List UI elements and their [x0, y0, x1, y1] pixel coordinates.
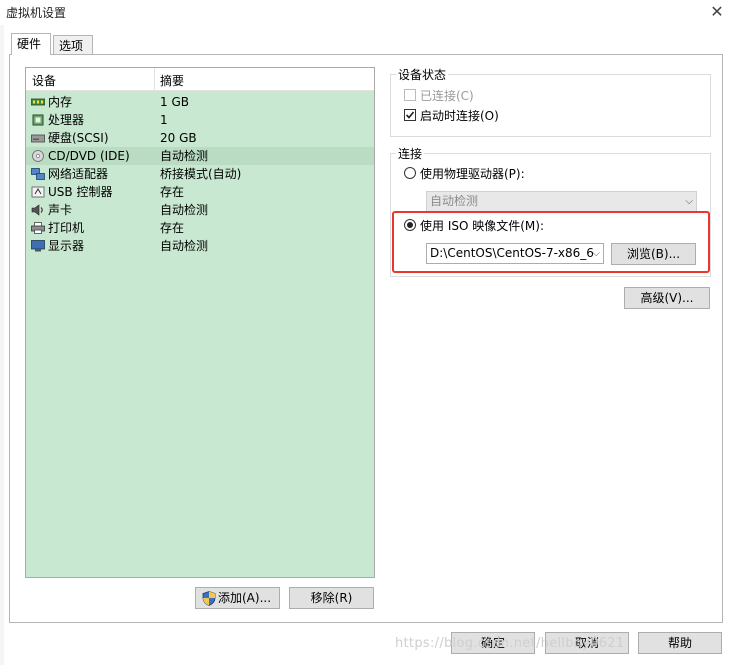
connection-title: 连接 [396, 145, 425, 162]
list-item-sound-card[interactable]: 声卡 自动检测 [26, 201, 374, 219]
tab-hardware[interactable]: 硬件 [11, 33, 51, 55]
physical-drive-label: 使用物理驱动器(P): [420, 167, 525, 181]
shield-icon [202, 591, 216, 606]
device-summary: 自动检测 [160, 203, 209, 217]
device-summary: 自动检测 [160, 149, 209, 163]
advanced-button[interactable]: 高级(V)... [624, 287, 710, 309]
column-divider[interactable] [154, 68, 155, 90]
device-list[interactable]: 设备 摘要 内存 1 GB 处理器 1 硬盘(SCSI) 20 GB CD/DV… [25, 67, 375, 578]
device-name: 网络适配器 [48, 167, 109, 181]
device-status-group [390, 74, 711, 137]
remove-device-button[interactable]: 移除(R) [289, 587, 374, 609]
list-item-display[interactable]: 显示器 自动检测 [26, 237, 374, 255]
device-name: 硬盘(SCSI) [48, 131, 109, 145]
device-summary: 存在 [160, 221, 185, 235]
window-title: 虚拟机设置 [6, 6, 67, 20]
help-button[interactable]: 帮助 [638, 632, 722, 654]
device-summary: 自动检测 [160, 239, 209, 253]
usb-icon [31, 186, 45, 198]
device-name: 内存 [48, 95, 73, 109]
connect-on-start-checkbox[interactable] [404, 109, 416, 121]
background-strip [0, 25, 4, 665]
device-status-title: 设备状态 [396, 66, 449, 83]
list-item-harddisk[interactable]: 硬盘(SCSI) 20 GB [26, 129, 374, 147]
processor-icon [32, 114, 44, 126]
watermark: https://blog.csdn.net/hellboy0621 [395, 636, 625, 651]
sound-card-icon [31, 204, 43, 216]
connected-checkbox[interactable] [404, 89, 416, 101]
device-name: CD/DVD (IDE) [48, 149, 130, 163]
list-item-cd-dvd[interactable]: CD/DVD (IDE) 自动检测 [26, 147, 374, 165]
cd-dvd-icon [32, 150, 44, 162]
device-name: USB 控制器 [48, 185, 113, 199]
device-summary: 存在 [160, 185, 185, 199]
list-item-memory[interactable]: 内存 1 GB [26, 93, 374, 111]
tab-options[interactable]: 选项 [53, 35, 93, 55]
checkmark-icon [405, 111, 415, 119]
connected-label: 已连接(C) [420, 89, 474, 103]
physical-drive-value: 自动检测 [430, 194, 479, 208]
harddisk-icon [31, 134, 45, 143]
list-item-processor[interactable]: 处理器 1 [26, 111, 374, 129]
device-summary: 20 GB [160, 131, 197, 145]
memory-icon [31, 98, 45, 106]
close-icon[interactable]: ✕ [709, 4, 725, 20]
column-header-summary[interactable]: 摘要 [160, 72, 184, 89]
add-button-label: 添加(A)... [218, 591, 272, 605]
list-item-network-adapter[interactable]: 网络适配器 桥接模式(自动) [26, 165, 374, 183]
device-summary: 桥接模式(自动) [160, 167, 242, 181]
column-header-device[interactable]: 设备 [32, 72, 56, 89]
physical-drive-radio[interactable] [404, 167, 416, 179]
physical-drive-select: 自动检测 ⌵ [426, 191, 697, 212]
connect-on-start-label: 启动时连接(O) [420, 109, 499, 123]
device-summary: 1 GB [160, 95, 189, 109]
device-name: 显示器 [48, 239, 85, 253]
highlight-frame [392, 211, 710, 273]
printer-icon [31, 222, 45, 234]
device-summary: 1 [160, 113, 168, 127]
add-device-button[interactable]: 添加(A)... [195, 587, 280, 609]
device-name: 声卡 [48, 203, 73, 217]
device-name: 打印机 [48, 221, 85, 235]
network-adapter-icon [31, 168, 45, 180]
chevron-down-icon: ⌵ [685, 196, 693, 207]
list-item-usb-controller[interactable]: USB 控制器 存在 [26, 183, 374, 201]
device-name: 处理器 [48, 113, 85, 127]
list-item-printer[interactable]: 打印机 存在 [26, 219, 374, 237]
display-icon [31, 240, 45, 252]
device-list-header: 设备 摘要 [26, 68, 374, 91]
